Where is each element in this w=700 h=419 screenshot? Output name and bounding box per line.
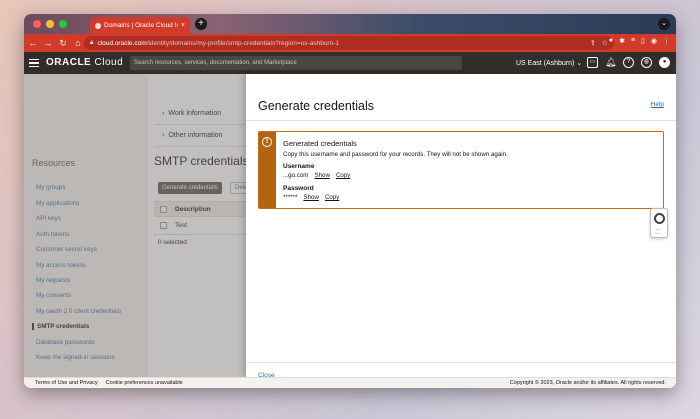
extension-red-icon[interactable]: ● <box>609 37 613 45</box>
close-window-button[interactable] <box>33 20 41 28</box>
copy-password-link[interactable]: Copy <box>325 194 339 201</box>
drawer-footer-divider <box>246 362 676 363</box>
sidebar-icon[interactable]: ▯ <box>641 37 645 45</box>
page-footer: Terms of Use and Privacy Cookie preferen… <box>24 377 676 388</box>
notifications-bell-icon[interactable]: 🔔︎ <box>605 57 616 68</box>
cookie-preferences-link[interactable]: Cookie preferences unavailable <box>106 380 183 386</box>
alert-bar: ! <box>259 132 276 208</box>
show-username-link[interactable]: Show <box>314 172 329 179</box>
global-search-input[interactable]: Search resources, services, documentatio… <box>130 56 462 70</box>
username-value: ...go.com <box>283 172 309 179</box>
reading-list-icon[interactable]: ≡ <box>631 37 635 45</box>
drawer-title: Generate credentials <box>258 99 375 113</box>
copyright-text: Copyright © 2023, Oracle and/or its affi… <box>509 380 666 386</box>
region-selector[interactable]: US East (Ashburn) ⌄ <box>516 59 582 67</box>
oracle-favicon-icon <box>95 22 101 29</box>
tab-strip: Domains | Oracle Cloud Infrastr × + ⌄ <box>24 14 676 34</box>
warning-icon: ! <box>262 137 272 147</box>
oracle-header: ORACLE Cloud Search resources, services,… <box>24 52 676 74</box>
cloud-shell-icon[interactable]: ▭ <box>587 57 598 68</box>
home-icon[interactable]: ⌂ <box>72 38 84 48</box>
maximize-window-button[interactable] <box>59 20 67 28</box>
alert-title: Generated credentials <box>283 139 357 148</box>
divider <box>246 120 676 121</box>
browser-window: Domains | Oracle Cloud Infrastr × + ⌄ ← … <box>24 14 676 388</box>
extensions-puzzle-icon[interactable]: ✱ <box>619 37 625 45</box>
minimize-window-button[interactable] <box>46 20 54 28</box>
help-link[interactable]: Help <box>651 101 664 108</box>
password-label: Password <box>283 185 314 192</box>
user-avatar-icon[interactable]: ● <box>659 57 670 68</box>
tab-title: Domains | Oracle Cloud Infrastr <box>104 22 178 29</box>
share-icon[interactable]: ⇪ <box>590 39 596 47</box>
url-host: cloud.oracle.com <box>97 39 147 47</box>
password-value: ****** <box>283 194 298 201</box>
show-password-link[interactable]: Show <box>303 194 318 201</box>
browser-tab[interactable]: Domains | Oracle Cloud Infrastr × <box>90 17 190 34</box>
copy-username-link[interactable]: Copy <box>336 172 350 179</box>
generate-credentials-drawer: Generate credentials Help ! Generated cr… <box>246 74 676 379</box>
username-label: Username <box>283 163 315 170</box>
help-icon[interactable]: ? <box>623 57 634 68</box>
support-widget[interactable]: ··· ··· <box>650 208 668 238</box>
modal-overlay[interactable] <box>24 74 246 377</box>
terms-link[interactable]: Terms of Use and Privacy <box>35 380 98 386</box>
alert-description: Copy this username and password for your… <box>283 151 508 158</box>
grid-dots-icon: ··· ··· <box>655 227 661 237</box>
bookmark-star-icon[interactable]: ☆ <box>602 39 608 47</box>
username-row: ...go.com Show Copy <box>283 172 350 179</box>
lifebuoy-icon <box>654 213 665 224</box>
address-bar: ← → ↻ ⌂ 🔒︎ cloud.oracle.com/identity/dom… <box>24 34 676 52</box>
url-field[interactable]: 🔒︎ cloud.oracle.com/identity/domains/my-… <box>84 36 614 50</box>
credentials-alert: ! Generated credentials Copy this userna… <box>258 131 664 209</box>
new-tab-button[interactable]: + <box>195 18 207 30</box>
profile-icon[interactable]: ◉ <box>651 37 657 45</box>
url-path: /identity/domains/my-profile/smtp-creden… <box>146 39 339 47</box>
oracle-cloud-logo[interactable]: ORACLE Cloud <box>46 57 123 68</box>
back-icon[interactable]: ← <box>27 38 39 48</box>
lock-icon: 🔒︎ <box>90 39 94 46</box>
hamburger-menu-icon[interactable] <box>29 59 39 67</box>
browser-menu-icon[interactable]: ⋮ <box>663 37 670 45</box>
chevron-down-icon: ⌄ <box>576 60 583 67</box>
reload-icon[interactable]: ↻ <box>57 38 69 49</box>
forward-icon[interactable]: → <box>42 38 54 48</box>
password-row: ****** Show Copy <box>283 194 339 201</box>
tab-search-button[interactable]: ⌄ <box>658 18 670 30</box>
language-globe-icon[interactable]: ◍ <box>641 57 652 68</box>
close-tab-icon[interactable]: × <box>181 22 185 29</box>
